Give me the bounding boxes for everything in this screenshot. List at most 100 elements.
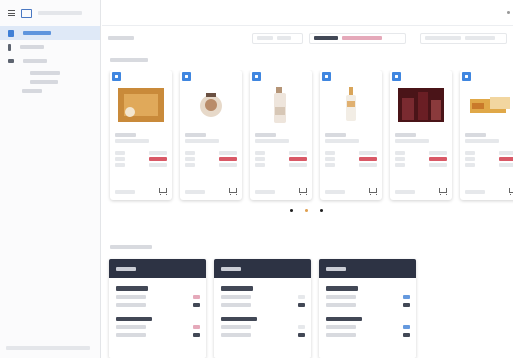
panel-row-label (116, 333, 146, 337)
card-footer (115, 188, 167, 195)
sidebar-subitem-0[interactable] (0, 68, 100, 77)
select-checkbox[interactable] (392, 72, 401, 81)
panel-header-title (326, 266, 346, 271)
product-attr-row (185, 157, 237, 161)
cart-icon[interactable] (158, 188, 167, 195)
app-logo-icon (21, 8, 32, 18)
product-card-1[interactable] (180, 70, 242, 200)
select-checkbox[interactable] (462, 72, 471, 81)
filter-field-value (342, 36, 383, 40)
sidebar-item-2[interactable] (0, 54, 100, 68)
price-value (359, 157, 377, 161)
product-attr-row (465, 157, 513, 161)
product-attr-row (185, 163, 237, 167)
pager-dot-1[interactable] (290, 209, 293, 212)
filter-field-2[interactable] (420, 32, 508, 44)
attr-label (115, 157, 125, 161)
filter-field-1[interactable] (309, 32, 407, 44)
cart-icon[interactable] (298, 188, 307, 195)
attr-value (149, 163, 167, 167)
product-card-0[interactable] (110, 70, 172, 200)
sidebar-subitem-label (22, 88, 42, 93)
product-card-3[interactable] (320, 70, 382, 200)
panel-row (326, 295, 410, 299)
attr-label (395, 157, 405, 161)
sidebar-item-1[interactable] (0, 40, 100, 54)
summary-panel-1 (214, 259, 311, 358)
panel-row (116, 303, 200, 307)
product-subtitle (325, 139, 359, 143)
cart-icon[interactable] (508, 188, 513, 195)
panel-row-value (403, 295, 410, 299)
attr-value (499, 151, 513, 155)
link-icon (8, 59, 14, 63)
product-image (465, 82, 513, 128)
cart-icon[interactable] (438, 188, 447, 195)
product-image (395, 82, 447, 128)
select-checkbox[interactable] (252, 72, 261, 81)
panel-row-value (193, 325, 200, 329)
panel-row-value (298, 333, 305, 337)
panel-row-label (116, 295, 146, 299)
summary-section-label (110, 245, 152, 249)
product-card-5[interactable] (460, 70, 513, 200)
panel-header-title (221, 266, 241, 271)
filter-field-label (425, 36, 462, 40)
panel-row (116, 295, 200, 299)
panel-row-value (403, 333, 410, 337)
cart-icon[interactable] (228, 188, 237, 195)
attr-label (395, 163, 405, 167)
panel-section-title (326, 317, 362, 321)
attr-label (185, 151, 195, 155)
sidebar (0, 0, 101, 358)
card-footer-text (325, 189, 345, 194)
panel-row (221, 325, 305, 329)
price-value (429, 157, 447, 161)
filter-field-0[interactable] (251, 32, 304, 44)
filter-field-value (465, 36, 496, 40)
panel-row-label (221, 333, 251, 337)
hamburger-menu-icon[interactable] (8, 10, 15, 16)
panel-body (214, 278, 311, 337)
product-subtitle (115, 139, 149, 143)
panel-title (221, 286, 253, 291)
attr-value (289, 163, 307, 167)
product-card-2[interactable] (250, 70, 312, 200)
attr-label (185, 163, 195, 167)
select-checkbox[interactable] (182, 72, 191, 81)
sidebar-item-0[interactable] (0, 26, 100, 40)
price-value (289, 157, 307, 161)
sidebar-subitem-label (30, 79, 58, 84)
summary-panels (109, 259, 416, 358)
panel-row-label (221, 325, 251, 329)
sidebar-item-label (20, 45, 44, 49)
panel-row (326, 333, 410, 337)
product-attr-row (465, 163, 513, 167)
attr-value (219, 163, 237, 167)
product-card-4[interactable] (390, 70, 452, 200)
product-attr-row (395, 157, 447, 161)
panel-body (319, 278, 416, 337)
select-checkbox[interactable] (112, 72, 121, 81)
panel-row-value (193, 295, 200, 299)
pager-dot-3[interactable] (320, 209, 323, 212)
attr-value (499, 163, 513, 167)
attr-value (429, 163, 447, 167)
filter-field-value (276, 36, 291, 40)
cart-icon[interactable] (368, 188, 377, 195)
panel-row-label (326, 303, 356, 307)
sidebar-subitem-2[interactable] (0, 86, 100, 95)
panel-body (109, 278, 206, 337)
select-checkbox[interactable] (322, 72, 331, 81)
product-attr-row (325, 151, 377, 155)
pager-dot-2[interactable] (305, 209, 308, 212)
more-icon[interactable] (507, 11, 510, 14)
attr-label (395, 151, 405, 155)
toolbar (102, 27, 513, 49)
attr-value (359, 163, 377, 167)
attr-label (325, 163, 335, 167)
sidebar-subitem-1[interactable] (0, 77, 100, 86)
panel-row-label (221, 303, 251, 307)
person-icon (8, 43, 11, 51)
panel-row (221, 295, 305, 299)
